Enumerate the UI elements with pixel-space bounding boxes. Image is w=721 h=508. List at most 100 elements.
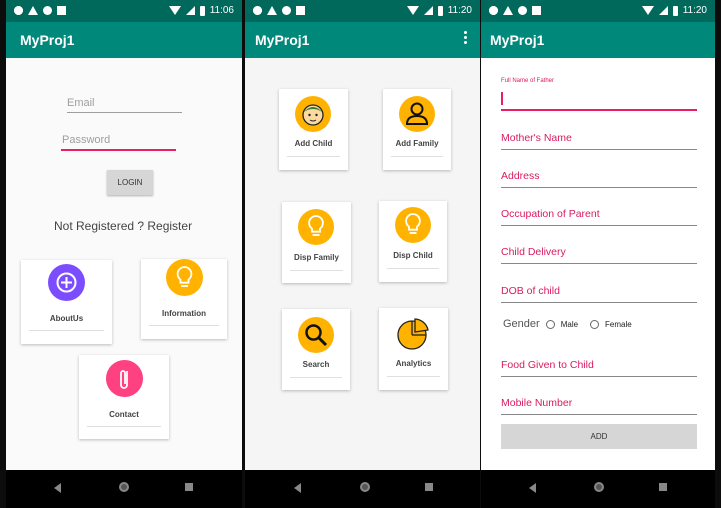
app-title: MyProj1 [255, 32, 310, 48]
home-icon[interactable] [119, 482, 129, 492]
field-underline [501, 302, 697, 303]
card-divider [87, 426, 161, 427]
app-bar: MyProj1 [6, 22, 242, 58]
signal-icon [423, 6, 433, 15]
disp-child-card[interactable]: Disp Child [379, 201, 447, 282]
search-icon [298, 317, 334, 353]
dashboard-content: Add Child Add Family Disp Family Disp Ch… [245, 58, 480, 470]
female-label: Female [605, 319, 632, 329]
login-button[interactable]: LOGIN [107, 170, 153, 195]
warning-icon [267, 6, 277, 15]
search-card[interactable]: Search [282, 309, 350, 390]
register-link[interactable]: Not Registered ? Register [54, 219, 192, 233]
field-underline [501, 376, 697, 377]
card-divider [149, 325, 219, 326]
app-bar: MyProj1 [245, 22, 480, 58]
information-card[interactable]: Information [141, 259, 227, 339]
sdcard-icon [532, 6, 541, 15]
father-name-underline [501, 109, 697, 111]
phone-screen-add-child-form: 11:20 MyProj1 Full Name of Father Mother… [481, 0, 715, 508]
sdcard-icon [57, 6, 66, 15]
password-underline [61, 149, 176, 151]
add-family-card[interactable]: Add Family [383, 89, 451, 170]
mobile-number-field[interactable]: Mobile Number [501, 397, 572, 409]
child-delivery-field[interactable]: Child Delivery [501, 246, 566, 258]
notification-icon [43, 6, 52, 15]
home-icon[interactable] [594, 482, 604, 492]
gender-group: Gender Male Female [503, 318, 632, 330]
email-underline [67, 112, 182, 113]
wifi-icon [641, 6, 654, 15]
text-cursor [501, 92, 503, 105]
father-name-floating-label: Full Name of Father [501, 78, 555, 84]
battery-icon [437, 5, 443, 16]
wifi-icon [168, 6, 181, 15]
address-field[interactable]: Address [501, 170, 540, 182]
analytics-label: Analytics [395, 359, 432, 368]
nav-bar [6, 470, 242, 508]
disp-family-label: Disp Family [294, 253, 339, 262]
warning-icon [28, 6, 38, 15]
disp-family-card[interactable]: Disp Family [282, 202, 351, 283]
aboutus-card[interactable]: AboutUs [21, 260, 112, 344]
password-field[interactable]: Password [62, 134, 110, 146]
gender-label: Gender [503, 318, 540, 330]
analytics-card[interactable]: Analytics [379, 308, 448, 390]
status-time: 11:20 [682, 5, 707, 16]
recents-icon[interactable] [425, 483, 433, 491]
warning-icon [503, 6, 513, 15]
card-divider [391, 156, 443, 157]
paperclip-icon [106, 360, 143, 397]
overflow-menu-icon[interactable] [464, 31, 468, 47]
status-bar: 11:06 [6, 0, 242, 22]
person-icon [399, 96, 435, 132]
card-divider [387, 376, 440, 377]
card-divider [387, 268, 439, 269]
lightbulb-icon [166, 259, 203, 296]
status-time: 11:06 [209, 5, 234, 16]
male-radio[interactable] [545, 319, 555, 329]
occupation-field[interactable]: Occupation of Parent [501, 208, 600, 220]
back-icon[interactable] [54, 483, 61, 493]
field-underline [501, 414, 697, 415]
card-divider [290, 377, 342, 378]
field-underline [501, 149, 697, 150]
home-icon[interactable] [360, 482, 370, 492]
female-radio[interactable] [590, 319, 600, 329]
field-underline [501, 225, 697, 226]
back-icon[interactable] [529, 483, 536, 493]
add-child-label: Add Child [294, 139, 333, 148]
lightbulb-icon [395, 207, 431, 243]
field-underline [501, 263, 697, 264]
add-button[interactable]: ADD [501, 424, 697, 449]
disp-child-label: Disp Child [393, 251, 433, 260]
add-child-card[interactable]: Add Child [279, 89, 348, 170]
contact-card[interactable]: Contact [79, 355, 169, 439]
aboutus-label: AboutUs [49, 314, 84, 323]
add-family-label: Add Family [395, 139, 439, 148]
battery-icon [199, 5, 205, 16]
dob-field[interactable]: DOB of child [501, 285, 560, 297]
food-given-field[interactable]: Food Given to Child [501, 359, 594, 371]
settings-icon [14, 6, 23, 15]
settings-icon [489, 6, 498, 15]
father-name-input[interactable] [501, 88, 697, 110]
plus-circle-icon [48, 264, 85, 301]
status-bar: 11:20 [481, 0, 715, 22]
mothers-name-field[interactable]: Mother's Name [501, 132, 572, 144]
app-bar: MyProj1 [481, 22, 715, 58]
app-title: MyProj1 [20, 32, 75, 48]
search-label: Search [302, 360, 330, 369]
information-label: Information [162, 309, 206, 318]
phone-screen-dashboard: 11:20 MyProj1 Add Child Add Family Disp … [245, 0, 480, 508]
form-content: Full Name of Father Mother's Name Addres… [481, 58, 715, 470]
card-divider [290, 270, 343, 271]
lightbulb-icon [298, 209, 334, 245]
signal-icon [185, 6, 195, 15]
back-icon[interactable] [294, 483, 301, 493]
card-divider [29, 330, 104, 331]
recents-icon[interactable] [659, 483, 667, 491]
recents-icon[interactable] [185, 483, 193, 491]
email-field[interactable]: Email [67, 97, 95, 109]
nav-bar [245, 470, 480, 508]
